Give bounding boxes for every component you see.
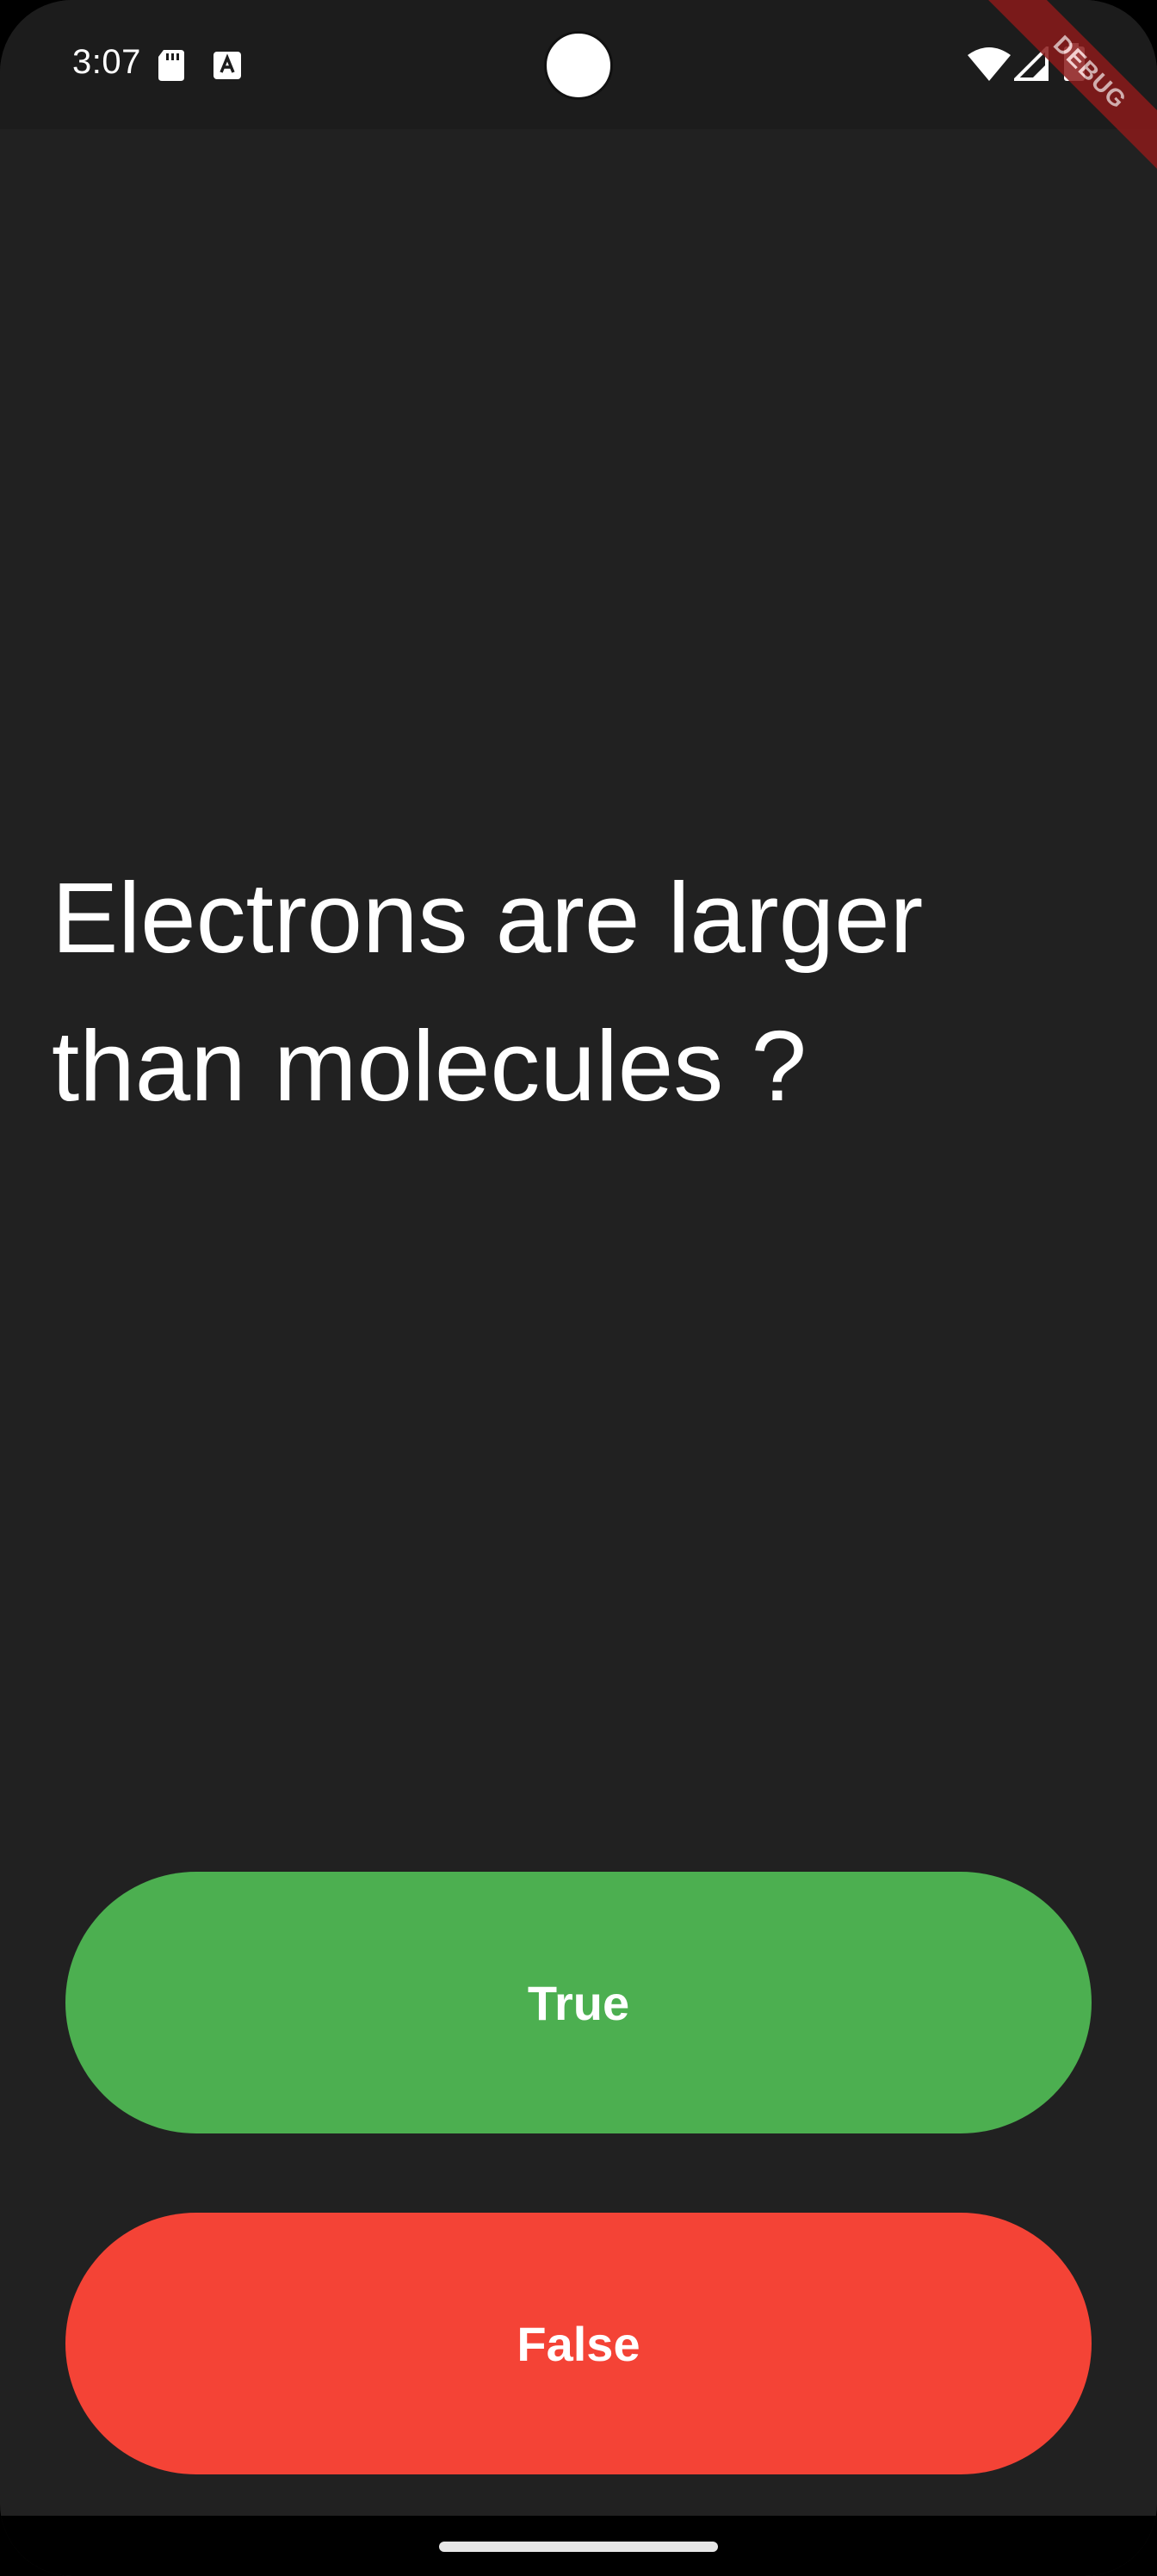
- status-bar: 3:07: [0, 0, 1157, 129]
- home-indicator[interactable]: [439, 2542, 718, 2552]
- camera-cutout: [544, 31, 613, 100]
- a-notification-icon: [213, 52, 241, 79]
- true-button[interactable]: True: [65, 1872, 1092, 2133]
- false-button[interactable]: False: [65, 2213, 1092, 2474]
- question-text: Electrons are larger than molecules ?: [52, 862, 924, 1122]
- sd-card-icon: [158, 50, 184, 81]
- wifi-icon: [968, 47, 1011, 81]
- app-screen: 3:07 DEBUG Electrons are larger than mol…: [0, 0, 1157, 2576]
- status-time: 3:07: [72, 43, 141, 81]
